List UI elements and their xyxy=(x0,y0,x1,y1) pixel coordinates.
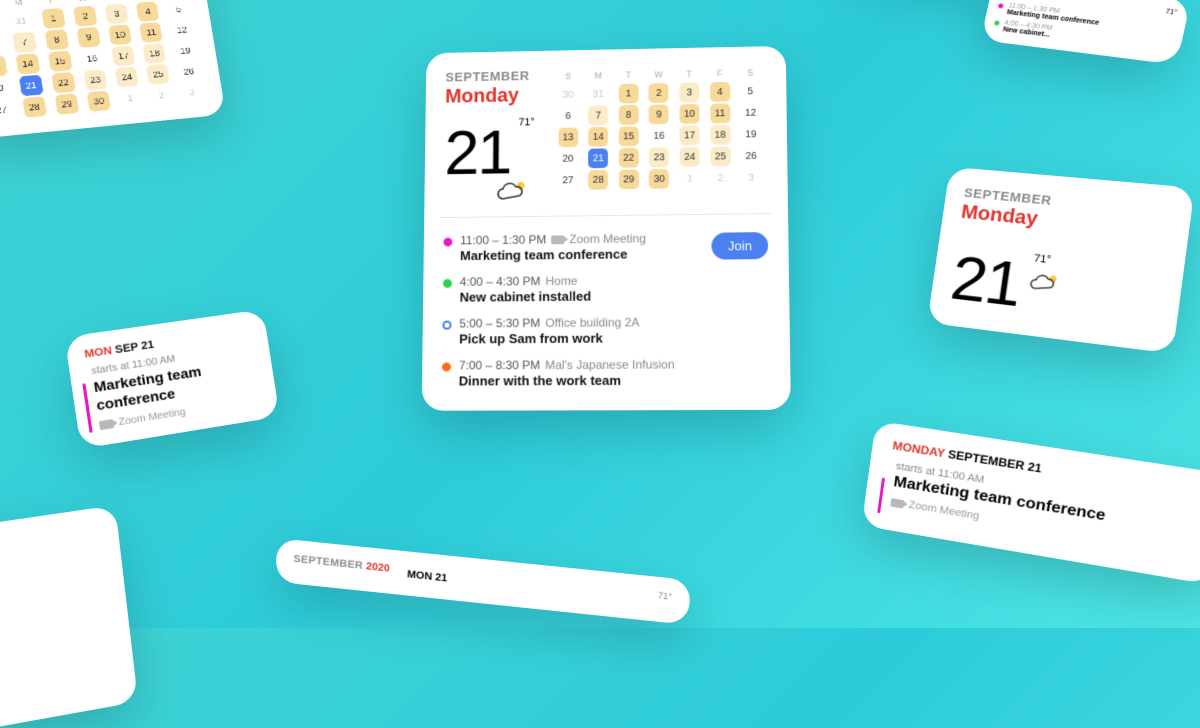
month-label: SEPTEMBER xyxy=(445,68,535,84)
event-title: Dinner with the work team xyxy=(459,372,770,388)
event-list: 11:00 – 1:30 PM Zoom MeetingMarketing te… xyxy=(442,224,770,395)
camera-icon xyxy=(99,419,114,430)
widget-calendar-topleft: BER SMTWTFS30311234567891011121314151617… xyxy=(0,0,226,139)
camera-icon xyxy=(551,235,564,244)
join-button[interactable]: Join xyxy=(712,232,769,260)
event-location: Office building 2A xyxy=(545,315,639,330)
event-dot xyxy=(443,238,452,247)
temperature: 71° xyxy=(1165,8,1178,16)
event-dot xyxy=(442,321,451,330)
event-dot xyxy=(442,363,451,372)
event-dot xyxy=(443,279,452,288)
event-time: 7:00 – 8:30 PM xyxy=(459,358,540,372)
event-location: Home xyxy=(545,274,577,288)
event-row[interactable]: 4:00 – 4:30 PM HomeNew cabinet installed xyxy=(443,266,769,311)
event-row[interactable]: 5:00 – 5:30 PM Office building 2APick up… xyxy=(442,308,769,352)
camera-icon xyxy=(890,498,904,509)
event-location: Mal's Japanese Infusion xyxy=(545,357,675,372)
accent-bar xyxy=(82,383,93,433)
weather: 71° xyxy=(518,117,534,129)
widget-event-large-right[interactable]: MONDAY SEPTEMBER 21 starts at 11:00 AM M… xyxy=(861,421,1200,585)
temperature: 71° xyxy=(1033,253,1052,267)
event-time: 5:00 – 5:30 PM xyxy=(459,316,540,331)
widget-date-right[interactable]: SEPTEMBER Monday 21 71° xyxy=(927,167,1195,354)
day-number: 21 xyxy=(444,121,510,184)
event-row[interactable]: 11:00 – 1:30 PM Zoom MeetingMarketing te… xyxy=(443,224,768,269)
event-dot-magenta xyxy=(998,3,1004,8)
date-heading: MON 21 xyxy=(1000,0,1032,1)
widget-calendar-bottom[interactable]: SEPTEMBER 2020 MON 21 71° xyxy=(275,538,691,625)
event-location: Zoom Meeting xyxy=(569,231,646,246)
widget-event-small-right[interactable]: MON 21 71° 11:00 – 1:30 PM Marketing tea… xyxy=(980,0,1191,65)
event-title: Pick up Sam from work xyxy=(459,329,769,346)
event-title: New cabinet installed xyxy=(460,287,769,305)
mini-calendar[interactable]: SMTWTFS303112345678910111213141516171819… xyxy=(0,0,210,124)
event-row[interactable]: 7:00 – 8:30 PM Mal's Japanese InfusionDi… xyxy=(442,351,770,395)
event-time: 4:00 – 4:30 PM xyxy=(460,274,541,289)
day-name: Monday xyxy=(445,85,535,109)
event-time: 11:00 – 1:30 PM xyxy=(460,233,546,248)
month-year: SEPTEMBER 2020 xyxy=(293,553,390,574)
event-title: Marketing team conference xyxy=(460,246,704,263)
temperature: 71° xyxy=(658,591,673,602)
widget-bigdate-bottomleft: BER 1 xyxy=(0,505,138,728)
event-dot-green xyxy=(994,20,1000,25)
date-heading: MON 21 xyxy=(407,569,448,585)
divider xyxy=(440,213,772,218)
cloud-sun-icon xyxy=(1029,270,1063,295)
accent-bar xyxy=(877,477,885,513)
day-number: 1 xyxy=(0,542,114,651)
day-number: 21 xyxy=(947,246,1024,316)
widget-event-small-left[interactable]: MON SEP 21 starts at 11:00 AM Marketing … xyxy=(64,309,279,449)
widget-calendar-main[interactable]: SEPTEMBER Monday 21 71° SMTWTFS303112345… xyxy=(422,46,791,411)
mini-calendar[interactable]: SMTWTFS303112345678910111213141516171819… xyxy=(552,64,767,202)
